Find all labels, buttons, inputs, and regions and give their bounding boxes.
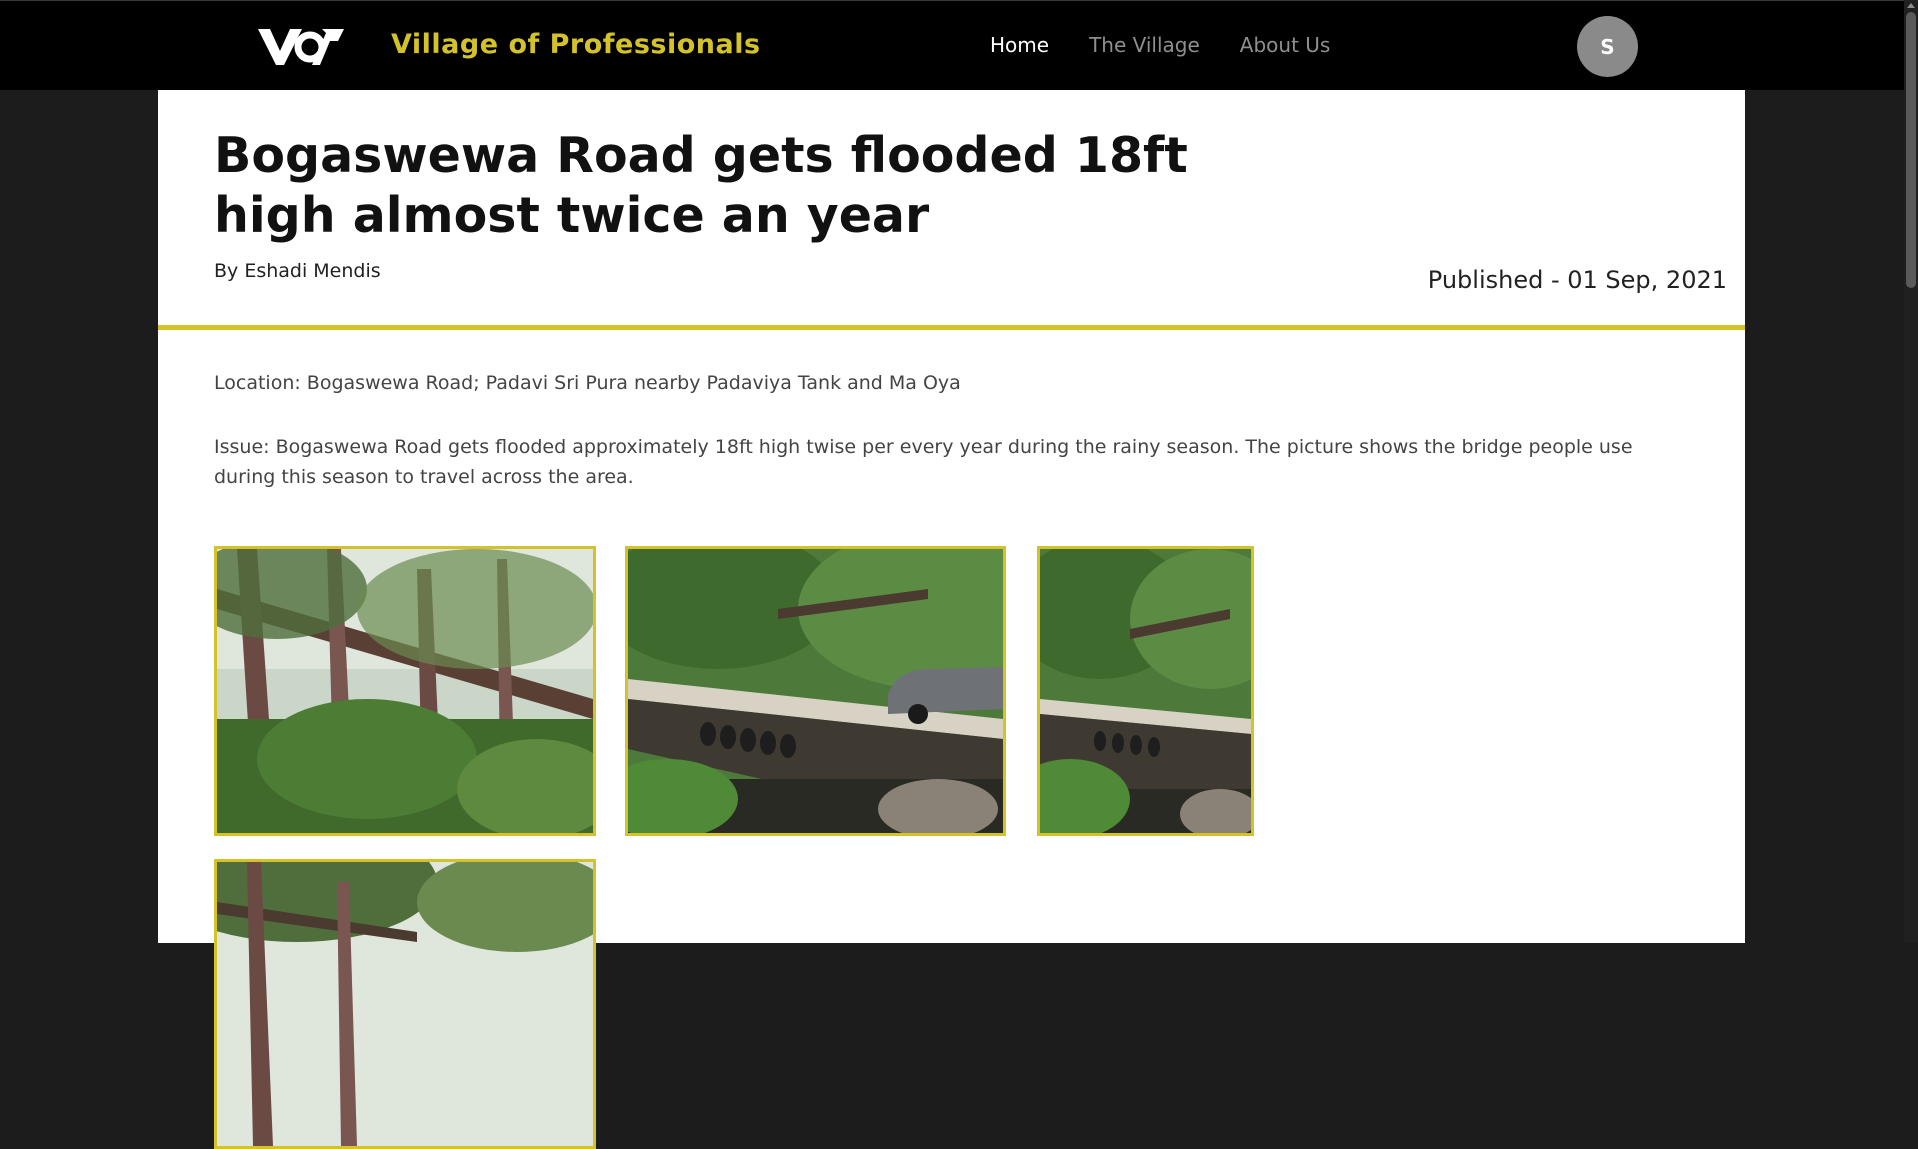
gallery-photo-1[interactable] [214,546,596,836]
scrollbar-thumb[interactable] [1906,12,1916,288]
user-avatar[interactable]: S [1577,16,1638,77]
title-divider [158,325,1745,330]
photo-road-culvert-car-image [628,549,1003,833]
article-issue: Issue: Bogaswewa Road gets flooded appro… [214,436,1633,488]
article-card: Bogaswewa Road gets flooded 18ft high al… [158,90,1745,1149]
top-navbar: Village of Professionals Home The Villag… [0,0,1904,90]
main-nav: Home The Village About Us [990,33,1330,57]
page-scrollbar[interactable] [1904,0,1918,943]
gallery-photo-4[interactable] [214,859,596,1149]
published-date: Published - 01 Sep, 2021 [1427,266,1727,294]
brand-name[interactable]: Village of Professionals [391,29,761,60]
nav-the-village[interactable]: The Village [1089,33,1200,57]
article-author: By Eshadi Mendis [214,260,381,282]
photo-forest-walkway-image [217,549,593,833]
site-logo[interactable] [256,25,346,69]
article-title: Bogaswewa Road gets flooded 18ft high al… [214,127,1188,244]
gallery-photo-3[interactable] [1037,546,1254,836]
article-location: Location: Bogaswewa Road; Padavi Sri Pur… [214,372,961,394]
nav-about-us[interactable]: About Us [1240,33,1331,57]
nav-home[interactable]: Home [990,33,1049,57]
gallery-photo-2[interactable] [625,546,1006,836]
photo-road-culvert-image [1040,549,1251,833]
photo-trees-walkway-image [217,862,593,1146]
scroll-up-arrow-icon[interactable] [1907,3,1915,8]
